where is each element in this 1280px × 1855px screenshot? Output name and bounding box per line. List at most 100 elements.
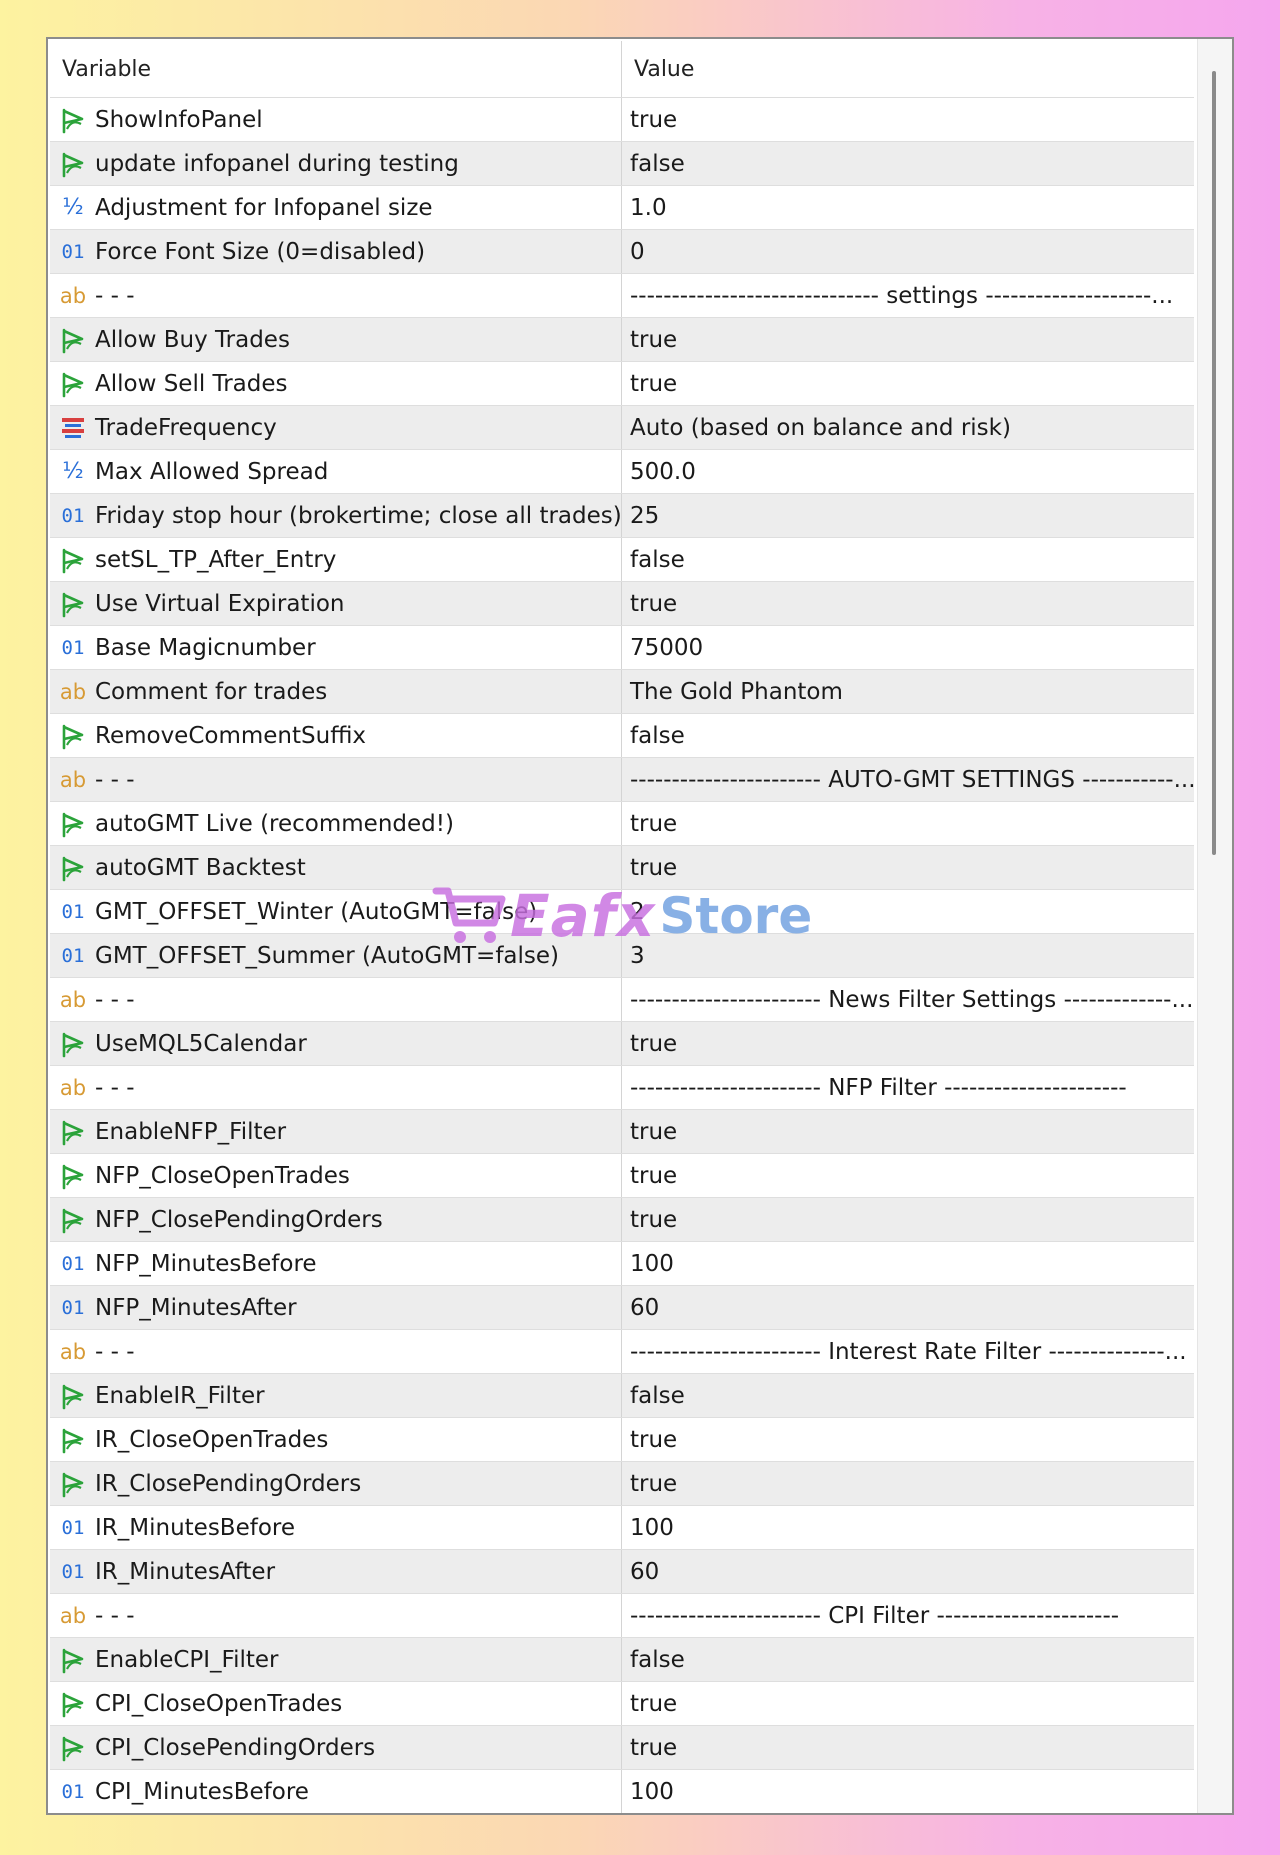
table-row[interactable]: update infopanel during testing false	[50, 142, 1194, 186]
table-row[interactable]: ab - - - ----------------------- NFP Filte…	[50, 1066, 1194, 1110]
value-cell[interactable]: 25	[622, 494, 1194, 537]
variable-cell[interactable]: 01 Base Magicnumber	[50, 626, 622, 669]
table-row[interactable]: UseMQL5Calendar true	[50, 1022, 1194, 1066]
variable-cell[interactable]: autoGMT Live (recommended!)	[50, 802, 622, 845]
variable-cell[interactable]: NFP_CloseOpenTrades	[50, 1154, 622, 1197]
value-cell[interactable]: 60	[622, 1814, 1194, 1815]
value-cell[interactable]: ----------------------- AUTO-GMT SETTING…	[622, 758, 1194, 801]
table-row[interactable]: 01CPI_MinutesAfter60	[50, 1814, 1194, 1815]
value-cell[interactable]: 3	[622, 934, 1194, 977]
table-row[interactable]: EnableCPI_Filter false	[50, 1638, 1194, 1682]
variable-cell[interactable]: ab - - -	[50, 1594, 622, 1637]
value-cell[interactable]: The Gold Phantom	[622, 670, 1194, 713]
table-row[interactable]: CPI_CloseOpenTrades true	[50, 1682, 1194, 1726]
table-row[interactable]: ab Comment for trades The Gold Phantom	[50, 670, 1194, 714]
vertical-scrollbar[interactable]	[1197, 39, 1232, 1813]
variable-cell[interactable]: TradeFrequency	[50, 406, 622, 449]
value-cell[interactable]: true	[622, 1022, 1194, 1065]
variable-cell[interactable]: 01CPI_MinutesAfter	[50, 1814, 622, 1815]
value-cell[interactable]: ----------------------- News Filter Sett…	[622, 978, 1194, 1021]
variable-cell[interactable]: CPI_CloseOpenTrades	[50, 1682, 622, 1725]
table-row[interactable]: 01 Friday stop hour (brokertime; close al…	[50, 494, 1194, 538]
table-row[interactable]: NFP_ClosePendingOrders true	[50, 1198, 1194, 1242]
value-cell[interactable]: true	[622, 1682, 1194, 1725]
variable-cell[interactable]: ½ Adjustment for Infopanel size	[50, 186, 622, 229]
value-cell[interactable]: false	[622, 1638, 1194, 1681]
table-row[interactable]: ab - - - ----------------------- News Filt…	[50, 978, 1194, 1022]
variable-cell[interactable]: NFP_ClosePendingOrders	[50, 1198, 622, 1241]
column-header-variable[interactable]: Variable	[50, 41, 622, 97]
variable-cell[interactable]: ab Comment for trades	[50, 670, 622, 713]
value-cell[interactable]: 1.0	[622, 186, 1194, 229]
variable-cell[interactable]: 01 CPI_MinutesBefore	[50, 1770, 622, 1813]
table-row[interactable]: 01 GMT_OFFSET_Winter (AutoGMT=false) 2	[50, 890, 1194, 934]
value-cell[interactable]: 60	[622, 1286, 1194, 1329]
value-cell[interactable]: true	[622, 318, 1194, 361]
variable-cell[interactable]: Allow Buy Trades	[50, 318, 622, 361]
variable-cell[interactable]: autoGMT Backtest	[50, 846, 622, 889]
value-cell[interactable]: ----------------------- CPI Filter -----…	[622, 1594, 1194, 1637]
value-cell[interactable]: true	[622, 1726, 1194, 1769]
value-cell[interactable]: 100	[622, 1506, 1194, 1549]
value-cell[interactable]: 100	[622, 1242, 1194, 1285]
variable-cell[interactable]: EnableIR_Filter	[50, 1374, 622, 1417]
variable-cell[interactable]: IR_CloseOpenTrades	[50, 1418, 622, 1461]
table-row[interactable]: ab - - - ------------------------------ se…	[50, 274, 1194, 318]
variable-cell[interactable]: update infopanel during testing	[50, 142, 622, 185]
variable-cell[interactable]: ½ Max Allowed Spread	[50, 450, 622, 493]
value-cell[interactable]: 0	[622, 230, 1194, 273]
value-cell[interactable]: false	[622, 714, 1194, 757]
variable-cell[interactable]: EnableNFP_Filter	[50, 1110, 622, 1153]
variable-cell[interactable]: 01 GMT_OFFSET_Winter (AutoGMT=false)	[50, 890, 622, 933]
value-cell[interactable]: false	[622, 142, 1194, 185]
variable-cell[interactable]: setSL_TP_After_Entry	[50, 538, 622, 581]
value-cell[interactable]: true	[622, 846, 1194, 889]
table-row[interactable]: CPI_ClosePendingOrders true	[50, 1726, 1194, 1770]
value-cell[interactable]: ------------------------------ settings …	[622, 274, 1194, 317]
value-cell[interactable]: true	[622, 1154, 1194, 1197]
value-cell[interactable]: Auto (based on balance and risk)	[622, 406, 1194, 449]
table-row[interactable]: 01 Base Magicnumber 75000	[50, 626, 1194, 670]
variable-cell[interactable]: ab - - -	[50, 1066, 622, 1109]
table-row[interactable]: 01 CPI_MinutesBefore 100	[50, 1770, 1194, 1813]
table-row[interactable]: IR_CloseOpenTrades true	[50, 1418, 1194, 1462]
value-cell[interactable]: true	[622, 802, 1194, 845]
variable-cell[interactable]: 01 IR_MinutesAfter	[50, 1550, 622, 1593]
table-row[interactable]: ShowInfoPanel true	[50, 98, 1194, 142]
table-row[interactable]: ab - - - ----------------------- Interest …	[50, 1330, 1194, 1374]
table-row[interactable]: ab - - - ----------------------- AUTO-GMT …	[50, 758, 1194, 802]
variable-cell[interactable]: IR_ClosePendingOrders	[50, 1462, 622, 1505]
table-row[interactable]: setSL_TP_After_Entry false	[50, 538, 1194, 582]
variable-cell[interactable]: Use Virtual Expiration	[50, 582, 622, 625]
table-row[interactable]: EnableNFP_Filter true	[50, 1110, 1194, 1154]
table-row[interactable]: ½ Adjustment for Infopanel size 1.0	[50, 186, 1194, 230]
table-row[interactable]: RemoveCommentSuffix false	[50, 714, 1194, 758]
table-row[interactable]: 01 NFP_MinutesAfter 60	[50, 1286, 1194, 1330]
value-cell[interactable]: ----------------------- Interest Rate Fi…	[622, 1330, 1194, 1373]
value-cell[interactable]: 100	[622, 1770, 1194, 1813]
variable-cell[interactable]: 01 GMT_OFFSET_Summer (AutoGMT=false)	[50, 934, 622, 977]
scrollbar-thumb[interactable]	[1212, 71, 1216, 855]
variable-cell[interactable]: 01 Friday stop hour (brokertime; close al…	[50, 494, 622, 537]
table-row[interactable]: Use Virtual Expiration true	[50, 582, 1194, 626]
value-cell[interactable]: true	[622, 1110, 1194, 1153]
variable-cell[interactable]: EnableCPI_Filter	[50, 1638, 622, 1681]
value-cell[interactable]: true	[622, 98, 1194, 141]
variable-cell[interactable]: ShowInfoPanel	[50, 98, 622, 141]
value-cell[interactable]: 75000	[622, 626, 1194, 669]
value-cell[interactable]: false	[622, 1374, 1194, 1417]
variable-cell[interactable]: UseMQL5Calendar	[50, 1022, 622, 1065]
table-row[interactable]: 01 IR_MinutesAfter 60	[50, 1550, 1194, 1594]
table-row[interactable]: ab - - - ----------------------- CPI Filte…	[50, 1594, 1194, 1638]
value-cell[interactable]: true	[622, 1462, 1194, 1505]
table-row[interactable]: autoGMT Backtest true	[50, 846, 1194, 890]
table-row[interactable]: 01 Force Font Size (0=disabled) 0	[50, 230, 1194, 274]
value-cell[interactable]: false	[622, 538, 1194, 581]
value-cell[interactable]: true	[622, 582, 1194, 625]
variable-cell[interactable]: ab - - -	[50, 274, 622, 317]
table-row[interactable]: 01 GMT_OFFSET_Summer (AutoGMT=false) 3	[50, 934, 1194, 978]
table-row[interactable]: TradeFrequency Auto (based on balance and…	[50, 406, 1194, 450]
variable-cell[interactable]: CPI_ClosePendingOrders	[50, 1726, 622, 1769]
table-row[interactable]: IR_ClosePendingOrders true	[50, 1462, 1194, 1506]
table-row[interactable]: Allow Buy Trades true	[50, 318, 1194, 362]
